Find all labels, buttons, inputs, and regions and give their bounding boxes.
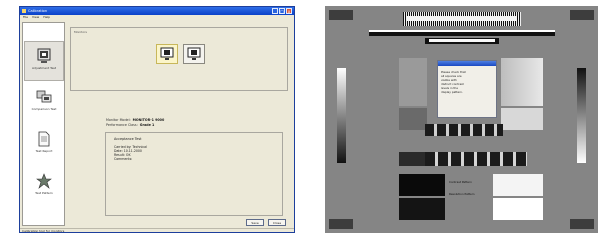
corner-block xyxy=(329,219,353,229)
main-content: Monitors Monitor Model: MONITOR-1 9000 P… xyxy=(68,22,292,226)
monitor-icon xyxy=(37,48,51,63)
pattern-label-left: Contrast Pattern xyxy=(449,180,472,184)
menu-view[interactable]: View xyxy=(32,15,39,20)
black-patch xyxy=(399,174,445,196)
info-value: MONITOR-1 9000 xyxy=(132,118,165,122)
application-window: Calibration _ □ x File View Help Adjustm… xyxy=(19,6,295,233)
dark-patch xyxy=(399,152,425,166)
info-label: Performance Class: xyxy=(106,123,138,127)
check-row xyxy=(425,124,503,136)
maximize-button[interactable]: □ xyxy=(279,8,285,14)
pattern-icon xyxy=(36,173,52,189)
overlay-dialog: Please check that all squares are visibl… xyxy=(437,60,497,118)
monitor-selection-group: Monitors xyxy=(70,27,288,91)
resolution-bar-inner xyxy=(407,16,517,21)
info-label: Monitor Model: xyxy=(106,118,131,122)
menu-help[interactable]: Help xyxy=(43,15,50,20)
close-button[interactable]: x xyxy=(286,8,292,14)
check-row xyxy=(425,152,527,166)
overlay-dialog-title-bar xyxy=(438,61,496,66)
sidebar-item-comparison-test[interactable]: Comparison Test xyxy=(24,83,64,123)
result-line: Comments: xyxy=(114,157,133,161)
minimize-button[interactable]: _ xyxy=(272,8,278,14)
result-title: Acceptance Test xyxy=(114,137,142,141)
gray-patch xyxy=(501,58,543,106)
center-bar-highlight xyxy=(429,39,495,42)
window-title: Calibration xyxy=(28,9,48,13)
gray-ramp-right xyxy=(577,68,586,163)
corner-block xyxy=(570,10,594,20)
pattern-label-right: Resolution Pattern xyxy=(449,192,475,196)
sidebar-item-label: Adjustment Test xyxy=(31,66,57,70)
test-result-panel: Acceptance Test Carried by: Technical Da… xyxy=(105,132,283,216)
dual-monitor-icon xyxy=(36,90,52,103)
status-bar: Calibration tool for monitors xyxy=(20,228,294,232)
corner-block xyxy=(570,219,594,229)
monitor-2-button[interactable] xyxy=(183,44,205,64)
dialog-text-line: display pattern. xyxy=(441,90,463,94)
monitor-info: Monitor Model: MONITOR-1 9000 Performance… xyxy=(106,118,164,128)
white-patch xyxy=(493,174,543,196)
monitor-1-button[interactable] xyxy=(156,44,178,64)
gray-patch xyxy=(501,108,543,130)
sidebar-item-label: Comparison Test xyxy=(31,107,57,111)
save-button[interactable]: Save xyxy=(246,219,264,226)
sidebar-item-label: Test Report xyxy=(35,149,53,153)
menu-bar: File View Help xyxy=(20,15,294,20)
gray-ramp-left xyxy=(337,68,346,163)
info-value: Grade 1 xyxy=(139,123,155,127)
info-row: Performance Class: Grade 1 xyxy=(106,123,164,128)
black-patch xyxy=(399,198,445,220)
corner-block xyxy=(329,10,353,20)
monitor-icon xyxy=(187,47,201,60)
gray-patch xyxy=(399,108,427,130)
sidebar: Adjustment Test Comparison Test Test Rep… xyxy=(22,22,65,226)
menu-file[interactable]: File xyxy=(23,15,28,20)
title-bar: Calibration _ □ x xyxy=(20,7,294,15)
white-patch xyxy=(493,198,543,220)
test-pattern-image: Contrast Pattern Resolution Pattern Plea… xyxy=(325,6,598,233)
app-icon xyxy=(22,9,26,13)
gray-patch xyxy=(399,58,427,106)
sidebar-item-test-report[interactable]: Test Report xyxy=(24,125,64,165)
document-icon xyxy=(38,131,50,147)
sidebar-item-label: Test Pattern xyxy=(35,191,53,195)
close-dialog-button[interactable]: Close xyxy=(268,219,286,226)
monitor-icon xyxy=(160,47,174,60)
horizontal-bar-highlight xyxy=(369,30,555,32)
sidebar-item-test-pattern[interactable]: Test Pattern xyxy=(24,167,64,207)
sidebar-item-adjustment-test[interactable]: Adjustment Test xyxy=(24,41,64,81)
group-caption: Monitors xyxy=(74,30,87,34)
